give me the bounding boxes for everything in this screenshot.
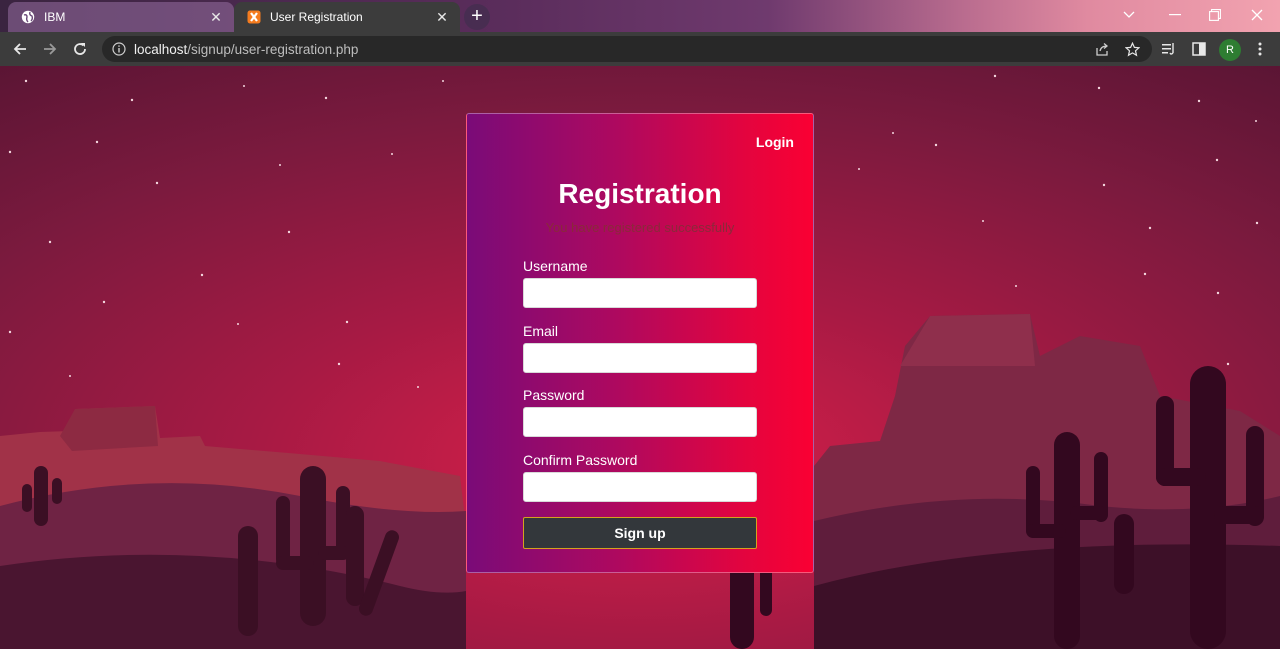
profile-avatar[interactable]: R <box>1219 39 1241 61</box>
back-icon[interactable] <box>8 37 32 61</box>
reload-icon[interactable] <box>68 37 92 61</box>
email-input[interactable] <box>523 343 757 373</box>
globe-icon <box>20 9 36 25</box>
page-title: Registration <box>558 178 722 209</box>
tab-ibm[interactable]: IBM ✕ <box>8 2 234 32</box>
restore-icon[interactable] <box>1192 0 1238 30</box>
login-link[interactable]: Login <box>756 134 794 150</box>
browser-toolbar: localhost/signup/user-registration.php <box>0 32 1280 66</box>
email-label: Email <box>523 323 559 339</box>
url-path: /signup/user-registration.php <box>187 41 359 57</box>
tab-strip: IBM ✕ User Registration ✕ + <box>0 0 1280 32</box>
side-panel-icon[interactable] <box>1186 36 1212 62</box>
registration-card: Login Registration You have registered s… <box>466 113 814 573</box>
tab-title: User Registration <box>270 10 363 24</box>
close-tab-icon[interactable]: ✕ <box>208 9 224 25</box>
new-tab-button[interactable]: + <box>464 4 490 30</box>
forward-icon[interactable] <box>38 37 62 61</box>
username-label: Username <box>523 258 588 274</box>
xampp-icon <box>246 9 262 25</box>
password-label: Password <box>523 387 585 403</box>
url-host: localhost <box>134 41 188 57</box>
page-viewport: Login Registration You have registered s… <box>0 66 1280 649</box>
confirm-password-label: Confirm Password <box>523 452 638 468</box>
close-window-icon[interactable] <box>1234 0 1280 30</box>
success-message: You have registered successfully <box>545 220 735 235</box>
password-input[interactable] <box>523 407 757 437</box>
username-input[interactable] <box>523 278 757 308</box>
tab-user-registration[interactable]: User Registration ✕ <box>234 2 460 32</box>
confirm-password-input[interactable] <box>523 472 757 502</box>
menu-icon[interactable] <box>1247 36 1273 62</box>
site-info-icon[interactable] <box>112 42 126 56</box>
reading-list-icon[interactable] <box>1156 36 1182 62</box>
close-tab-icon[interactable]: ✕ <box>434 9 450 25</box>
address-bar[interactable]: localhost/signup/user-registration.php <box>102 36 1152 62</box>
bookmark-star-icon[interactable] <box>1119 36 1145 62</box>
share-icon[interactable] <box>1089 36 1115 62</box>
tab-search-icon[interactable] <box>1106 0 1152 30</box>
sign-up-button[interactable]: Sign up <box>523 517 757 549</box>
tab-title: IBM <box>44 10 66 24</box>
